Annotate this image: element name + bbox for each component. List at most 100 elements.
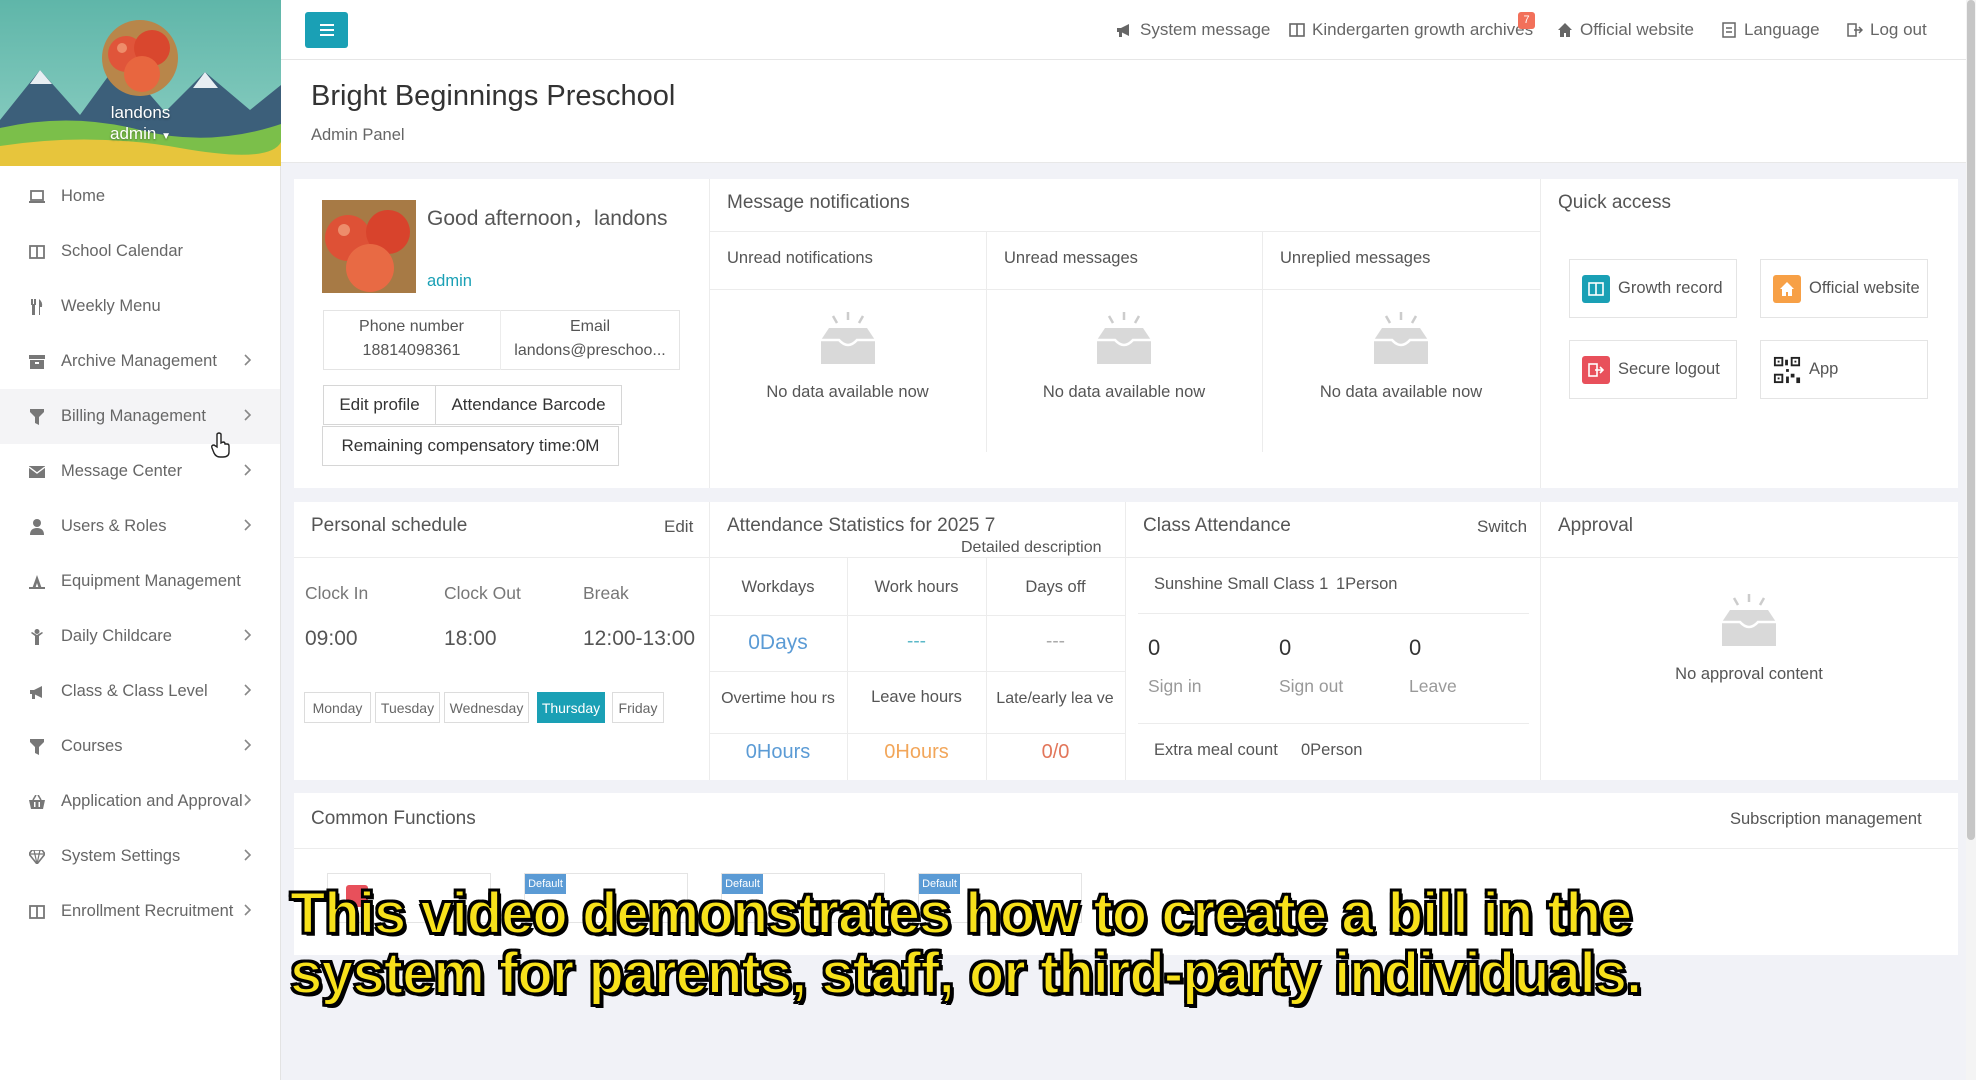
official-website-link[interactable]: Official website [1557,20,1694,40]
notification-badge: 7 [1518,12,1535,29]
sidebar-username: landons [110,103,171,122]
sign-out-count: 0 [1279,635,1292,660]
profile-avatar[interactable] [322,200,416,293]
sidebar-item-home[interactable]: Home [0,169,280,224]
leave-hours-value[interactable]: 0Hours [847,741,986,764]
sidebar-item-school-calendar[interactable]: School Calendar [0,224,280,279]
sign-in-count: 0 [1148,635,1161,660]
break-value: 12:00-13:00 [583,627,696,650]
work-hours-header: Work hours [874,578,959,596]
subscription-management-link[interactable]: Subscription management [1730,810,1922,829]
empty-tray-icon [1374,312,1428,364]
filter-icon [28,738,46,756]
growth-record-label: Growth record [1618,279,1723,297]
sidebar-item-archive-management[interactable]: Archive Management [0,334,280,389]
sidebar-item-weekly-menu[interactable]: Weekly Menu [0,279,280,334]
sign-in-label: Sign in [1148,676,1202,696]
common-functions-title: Common Functions [311,808,476,829]
system-message-link[interactable]: System message [1115,20,1270,40]
late-early-value[interactable]: 0/0 [986,741,1125,764]
workdays-value[interactable]: 0Days [709,631,847,655]
sidebar-item-label: Weekly Menu [61,297,161,315]
clock-out-value: 18:00 [444,627,497,650]
growth-archives-label: Kindergarten growth archives [1312,20,1534,39]
chevron-right-icon [243,793,252,807]
home-icon [1558,23,1572,37]
sidebar-user-info[interactable]: landons admin ▼ [0,102,281,147]
columns-icon [28,243,46,261]
compensatory-time-button[interactable]: Remaining compensatory time:0M [322,426,619,466]
home-icon [1773,274,1801,303]
language-link[interactable]: Language [1721,20,1820,40]
overtime-hours-header: Overtime hou rs [721,690,835,707]
overtime-hours-value[interactable]: 0Hours [709,741,847,764]
sidebar-item-system-settings[interactable]: System Settings [0,829,280,884]
sidebar-item-label: Application and Approval [61,792,243,810]
hamburger-icon [319,24,334,36]
page-header: Bright Beginnings Preschool Admin Panel [281,60,1966,163]
sidebar-item-label: School Calendar [61,242,183,260]
stats-row [294,502,1958,780]
day-monday[interactable]: Monday [304,692,371,723]
sidebar-role-label: admin [110,124,157,143]
day-wednesday[interactable]: Wednesday [444,692,529,723]
day-tuesday[interactable]: Tuesday [375,692,440,723]
sidebar: landons admin ▼ Home School Calendar Weekl… [0,0,281,1080]
email-value: landons@preschoo... [514,342,666,359]
growth-archives-link[interactable]: Kindergarten growth archives [1289,20,1533,40]
break-label: Break [583,583,629,603]
columns-icon [28,903,46,921]
user-avatar[interactable] [102,20,178,96]
empty-tray-icon [1722,594,1776,646]
edit-profile-button[interactable]: Edit profile [323,385,436,425]
video-caption-line-2: system for parents, staff, or third-part… [289,940,1643,1007]
page-scrollbar-thumb[interactable] [1967,0,1975,840]
growth-record-shortcut[interactable]: Growth record [1569,259,1737,318]
day-friday[interactable]: Friday [612,692,664,723]
menu-toggle-button[interactable] [305,12,348,48]
messages-title: Message notifications [727,192,910,213]
switch-class-link[interactable]: Switch [1477,517,1527,537]
quick-access-title: Quick access [1558,192,1671,213]
sidebar-item-label: Home [61,187,106,205]
class-line [1138,613,1529,614]
panel-divider [1125,502,1126,780]
sidebar-item-label: Daily Childcare [61,627,172,645]
attendance-barcode-button[interactable]: Attendance Barcode [435,385,622,425]
equipment-icon [28,573,46,591]
sidebar-item-courses[interactable]: Courses [0,719,280,774]
row-header-line [294,557,1958,558]
page-title: Bright Beginnings Preschool [311,80,676,112]
messages-column-line [709,289,1540,290]
qr-code-icon [1773,355,1801,384]
sidebar-item-billing-management[interactable]: Billing Management [0,389,280,444]
class-person-count: 1Person [1336,575,1398,593]
unread-messages-header: Unread messages [1004,249,1138,267]
sidebar-item-label: Enrollment Recruitment [61,902,234,920]
official-website-shortcut[interactable]: Official website [1760,259,1928,318]
sidebar-item-class-class-level[interactable]: Class & Class Level [0,664,280,719]
sidebar-item-users-roles[interactable]: Users & Roles [0,499,280,554]
work-hours-value: --- [907,631,926,652]
logout-link[interactable]: Log out [1847,20,1927,40]
app-shortcut[interactable]: App [1760,340,1928,399]
sidebar-item-equipment-management[interactable]: Equipment Management [0,554,280,609]
profile-role: admin [427,272,472,290]
schedule-edit-link[interactable]: Edit [664,517,693,537]
sign-out-label: Sign out [1279,676,1344,696]
sidebar-item-application-and-approval[interactable]: Application and Approval [0,774,280,829]
sidebar-item-enrollment-recruitment[interactable]: Enrollment Recruitment [0,884,280,939]
sidebar-role[interactable]: admin ▼ [0,123,281,147]
personal-schedule-title: Personal schedule [311,515,468,536]
detailed-description-link[interactable]: Detailed description [961,539,1102,557]
sign-out-icon [1582,355,1610,384]
top-navbar: System message Kindergarten growth archi… [281,0,1976,60]
sidebar-item-message-center[interactable]: Message Center [0,444,280,499]
caret-down-icon: ▼ [161,131,171,142]
sidebar-item-daily-childcare[interactable]: Daily Childcare [0,609,280,664]
unreplied-messages-header: Unreplied messages [1280,249,1431,267]
messages-col-divider [986,231,987,452]
secure-logout-shortcut[interactable]: Secure logout [1569,340,1737,399]
extra-meal-value: 0Person [1301,741,1363,759]
day-thursday[interactable]: Thursday [537,692,605,723]
